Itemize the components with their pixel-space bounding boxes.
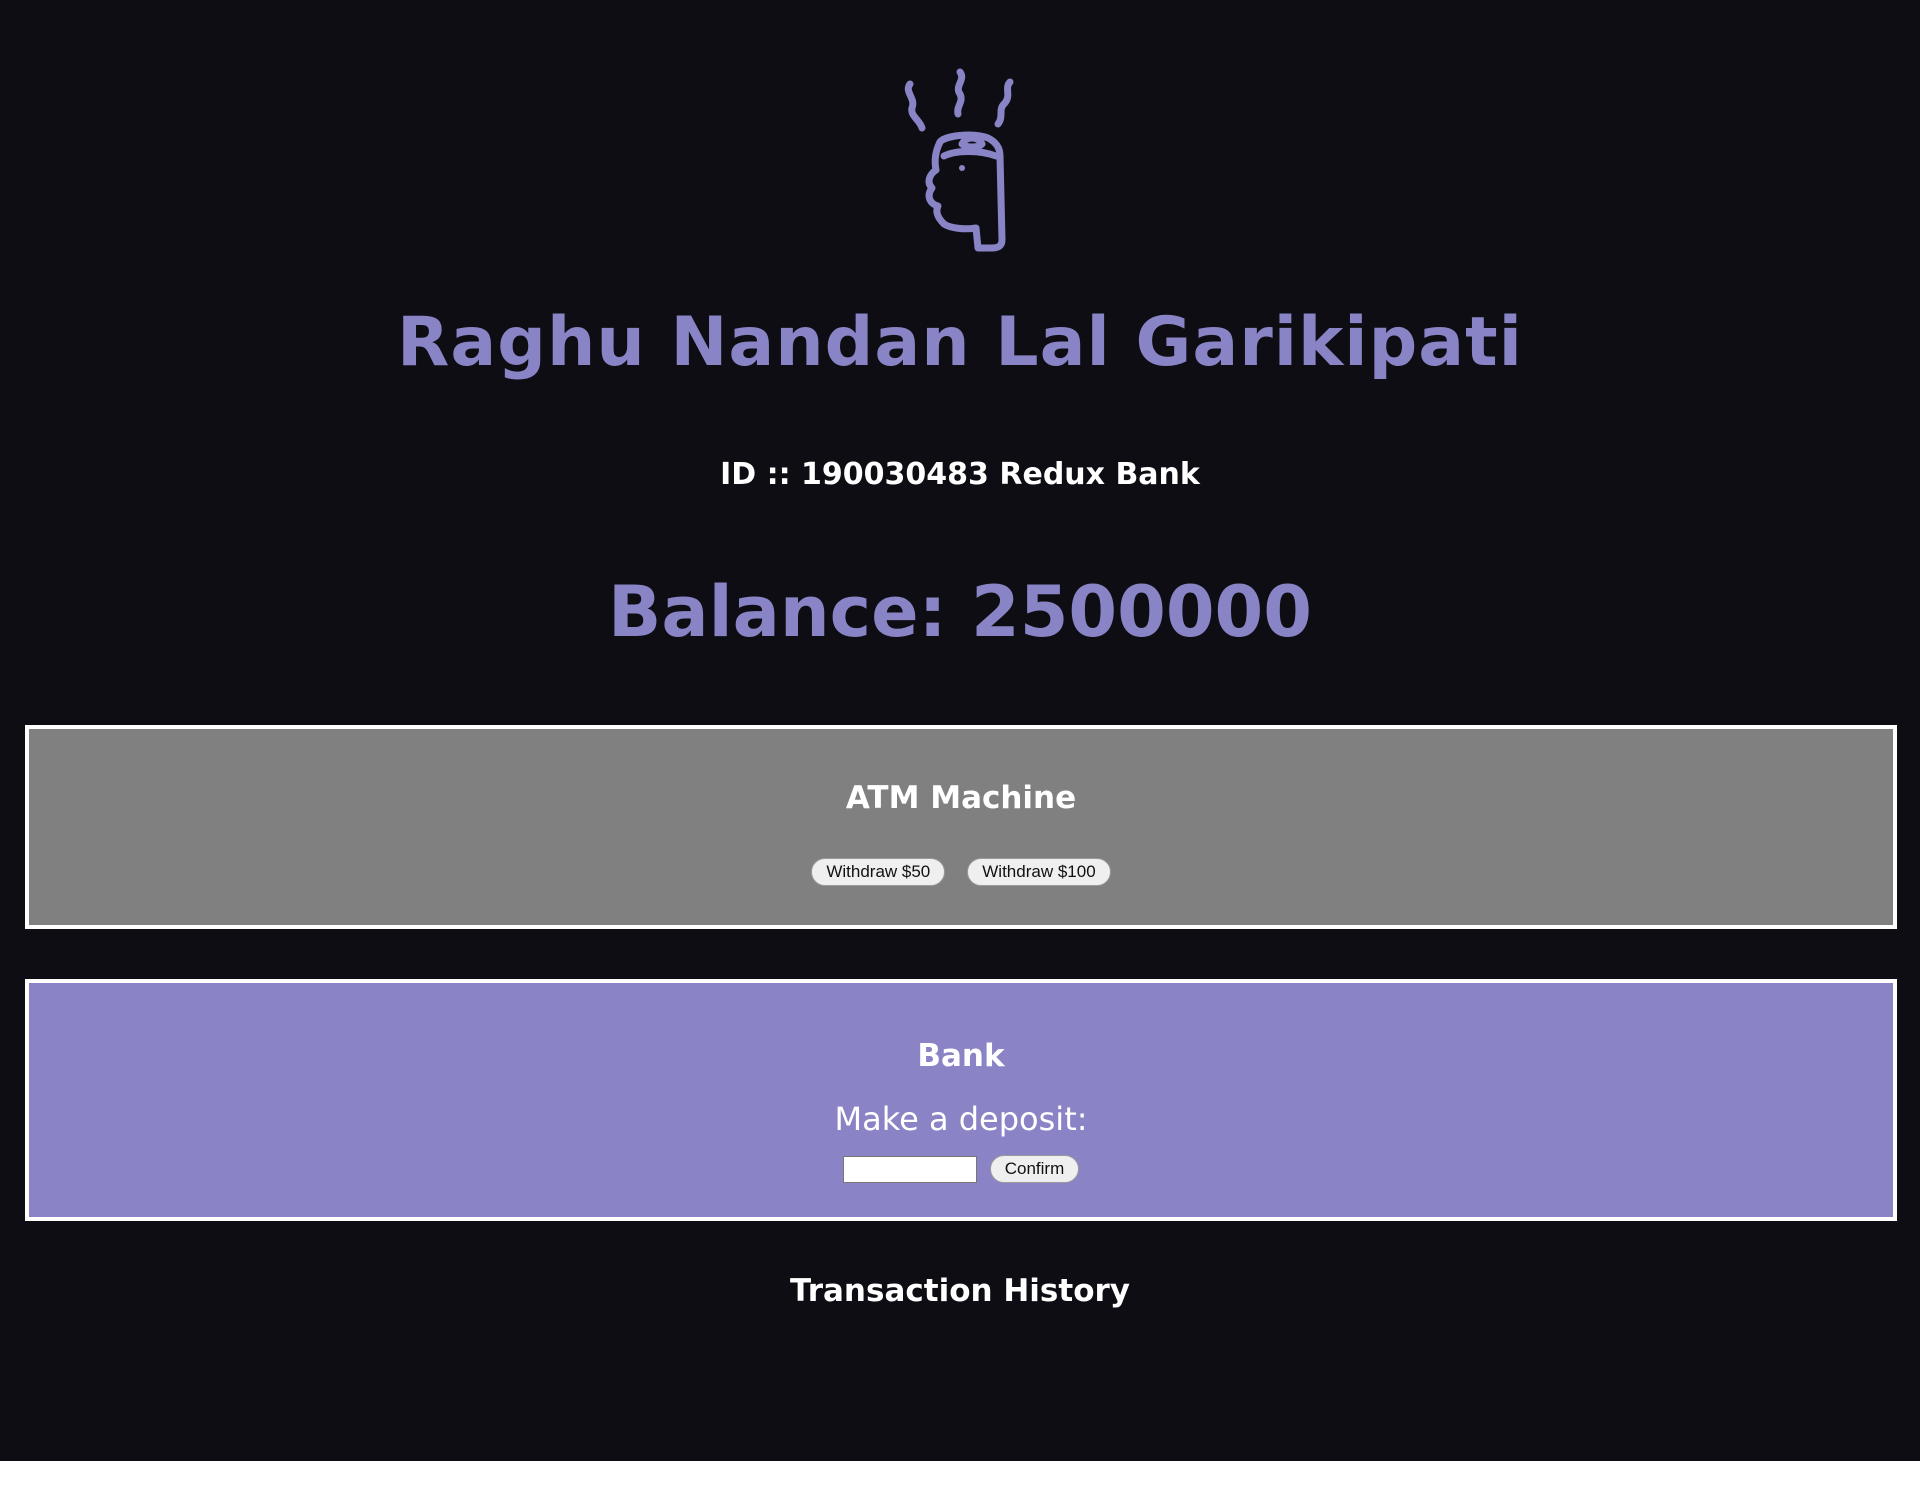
deposit-row: Confirm (29, 1155, 1893, 1183)
deposit-label: Make a deposit: (834, 1100, 1088, 1138)
balance-display: Balance: 2500000 (608, 571, 1312, 653)
atm-panel: ATM Machine Withdraw $50 Withdraw $100 (25, 725, 1897, 929)
withdraw-100-button[interactable]: Withdraw $100 (967, 858, 1111, 886)
bank-panel: Bank Make a deposit: Confirm (25, 979, 1897, 1221)
app-root: Raghu Nandan Lal Garikipati ID :: 190030… (0, 0, 1920, 1461)
atm-button-row: Withdraw $50 Withdraw $100 (29, 858, 1893, 886)
withdraw-50-button[interactable]: Withdraw $50 (811, 858, 946, 886)
transaction-history-title: Transaction History (789, 1273, 1130, 1309)
deposit-amount-input[interactable] (842, 1155, 977, 1183)
atm-title: ATM Machine (845, 780, 1077, 816)
account-holder-name: Raghu Nandan Lal Garikipati (397, 303, 1523, 382)
steaming-head-icon (900, 64, 1020, 254)
bank-title: Bank (917, 1038, 1005, 1074)
account-id-line: ID :: 190030483 Redux Bank (720, 457, 1200, 492)
confirm-deposit-button[interactable]: Confirm (989, 1155, 1080, 1183)
